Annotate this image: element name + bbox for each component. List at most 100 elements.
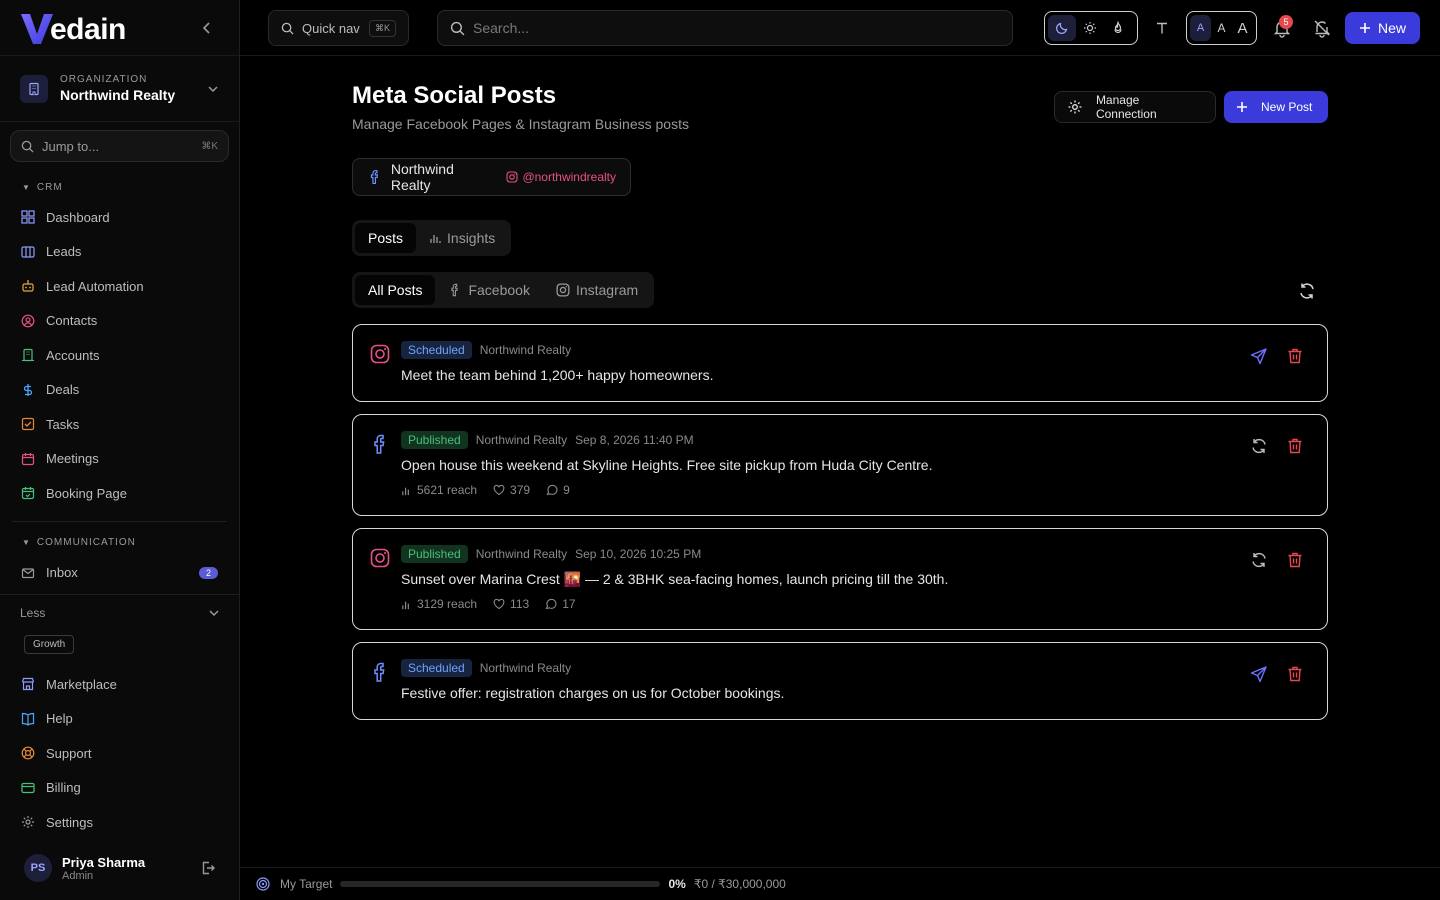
sidebar-item-inbox[interactable]: Inbox 2	[0, 556, 239, 591]
jump-to-input[interactable]: Jump to... ⌘K	[10, 130, 229, 162]
sidebar-item-settings[interactable]: Settings	[0, 805, 240, 840]
user-profile[interactable]: PS Priya Sharma Admin	[0, 846, 240, 890]
brand-logo[interactable]: edain	[20, 11, 126, 45]
logout-icon[interactable]	[200, 860, 216, 876]
filter-label: Facebook	[468, 282, 530, 298]
post-card[interactable]: Published Northwind Realty Sep 10, 2026 …	[352, 528, 1328, 630]
warm-theme-button[interactable]	[1104, 15, 1132, 41]
sidebar-item-marketplace[interactable]: Marketplace	[0, 667, 240, 702]
font-toggle-button[interactable]	[1151, 17, 1173, 39]
sidebar-item-deals[interactable]: Deals	[0, 373, 239, 408]
tab-label: Insights	[447, 230, 496, 246]
instagram-icon	[556, 283, 570, 297]
post-meta: Scheduled Northwind Realty	[401, 341, 571, 359]
publish-now-icon[interactable]	[1250, 347, 1268, 365]
delete-icon[interactable]	[1286, 665, 1304, 683]
manage-connection-button[interactable]: Manage Connection	[1054, 91, 1216, 123]
post-card[interactable]: Published Northwind Realty Sep 8, 2026 1…	[352, 414, 1328, 516]
status-badge: Published	[401, 431, 468, 449]
sidebar-item-booking-page[interactable]: Booking Page	[0, 476, 239, 511]
brand-name: edain	[50, 12, 126, 46]
tab-posts[interactable]: Posts	[355, 223, 417, 253]
post-card[interactable]: Scheduled Northwind Realty Meet the team…	[352, 324, 1328, 402]
robot-icon	[22, 280, 34, 292]
sidebar-item-tasks[interactable]: Tasks	[0, 407, 239, 442]
sidebar-item-leads[interactable]: Leads	[0, 235, 239, 270]
sidebar-item-help[interactable]: Help	[0, 702, 240, 737]
light-theme-button[interactable]	[1076, 15, 1104, 41]
target-bar: My Target 0% ₹0 / ₹30,000,000	[240, 867, 1440, 900]
user-text: Priya Sharma Admin	[62, 855, 145, 882]
sidebar-item-billing[interactable]: Billing	[0, 771, 240, 806]
post-text: Open house this weekend at Skyline Heigh…	[401, 457, 933, 473]
sync-icon[interactable]	[1250, 437, 1268, 455]
type-icon	[1157, 22, 1167, 34]
sidebar-item-meetings[interactable]: Meetings	[0, 442, 239, 477]
connected-account-chip[interactable]: Northwind Realty @northwindrealty	[352, 158, 631, 196]
org-text: ORGANIZATION Northwind Realty	[60, 74, 175, 103]
calendar-check-icon	[21, 487, 35, 500]
global-search	[437, 10, 1013, 46]
comments-value: 9	[563, 483, 570, 497]
new-post-button[interactable]: New Post	[1224, 91, 1328, 123]
less-label: Less	[20, 605, 46, 620]
sidebar-item-accounts[interactable]: Accounts	[0, 338, 239, 373]
post-card[interactable]: Scheduled Northwind Realty Festive offer…	[352, 642, 1328, 720]
org-name: Northwind Realty	[60, 87, 176, 103]
sidebar-item-support[interactable]: Support	[0, 736, 240, 771]
comment-icon	[545, 598, 557, 610]
section-communication[interactable]: ▼ COMMUNICATION	[0, 536, 239, 550]
search-input[interactable]	[473, 20, 973, 36]
publish-now-icon[interactable]	[1250, 665, 1268, 683]
quick-nav-button[interactable]: Quick nav ⌘K	[268, 10, 409, 46]
bell-off-icon[interactable]	[1311, 17, 1333, 39]
post-author: Northwind Realty	[479, 661, 572, 675]
sidebar-item-label: Billing	[46, 780, 81, 796]
post-text: Festive offer: registration charges on u…	[401, 685, 785, 701]
sidebar-item-dashboard[interactable]: Dashboard	[0, 200, 239, 235]
post-stats: 5621 reach 379 9	[401, 483, 570, 497]
plus-icon	[1359, 23, 1370, 33]
reach-stat: 3129 reach	[401, 597, 477, 611]
delete-icon[interactable]	[1286, 551, 1304, 569]
brand-v-icon	[21, 13, 53, 44]
refresh-icon[interactable]	[1297, 281, 1317, 301]
sidebar-item-label: Accounts	[46, 347, 100, 363]
post-stats: 3129 reach 113 17	[401, 597, 576, 611]
flame-icon	[1114, 21, 1122, 34]
filter-facebook[interactable]: Facebook	[435, 275, 542, 305]
organization-switcher[interactable]: ORGANIZATION Northwind Realty	[0, 56, 239, 122]
plus-icon	[1237, 102, 1247, 112]
section-communication-title: COMMUNICATION	[36, 537, 136, 548]
comments-stat: 9	[546, 483, 570, 497]
tab-insights[interactable]: Insights	[416, 223, 508, 253]
sidebar-item-contacts[interactable]: Contacts	[0, 304, 239, 339]
gear-icon	[22, 816, 34, 829]
filter-instagram[interactable]: Instagram	[543, 275, 651, 305]
sidebar-item-lead-automation[interactable]: Lead Automation	[0, 269, 239, 304]
sync-icon[interactable]	[1250, 551, 1268, 569]
instagram-icon	[370, 548, 390, 568]
bottom-nav: Marketplace Help Support Billing Setting…	[0, 667, 240, 840]
bar-chart-icon	[402, 487, 409, 495]
delete-icon[interactable]	[1286, 347, 1304, 365]
target-label: My Target	[280, 877, 333, 891]
delete-icon[interactable]	[1286, 437, 1304, 455]
less-toggle[interactable]: Less	[0, 594, 240, 630]
text-size-small-button[interactable]: A	[1190, 15, 1211, 41]
kanban-icon	[21, 246, 35, 258]
search-icon	[450, 21, 465, 35]
dark-theme-button[interactable]	[1048, 15, 1076, 41]
reach-stat: 5621 reach	[401, 483, 477, 497]
quick-nav-label: Quick nav	[302, 20, 360, 36]
sidebar-item-label: Tasks	[46, 416, 80, 432]
theme-switcher	[1044, 11, 1138, 45]
text-size-large-button[interactable]: A	[1232, 15, 1253, 41]
collapse-sidebar-button[interactable]	[195, 16, 219, 40]
heart-icon	[493, 598, 505, 610]
section-crm[interactable]: ▼ CRM	[0, 180, 239, 194]
account-handle-text: @northwindrealty	[522, 170, 616, 184]
text-size-medium-button[interactable]: A	[1211, 15, 1232, 41]
new-button[interactable]: New	[1345, 12, 1420, 44]
filter-all-posts[interactable]: All Posts	[355, 275, 436, 305]
